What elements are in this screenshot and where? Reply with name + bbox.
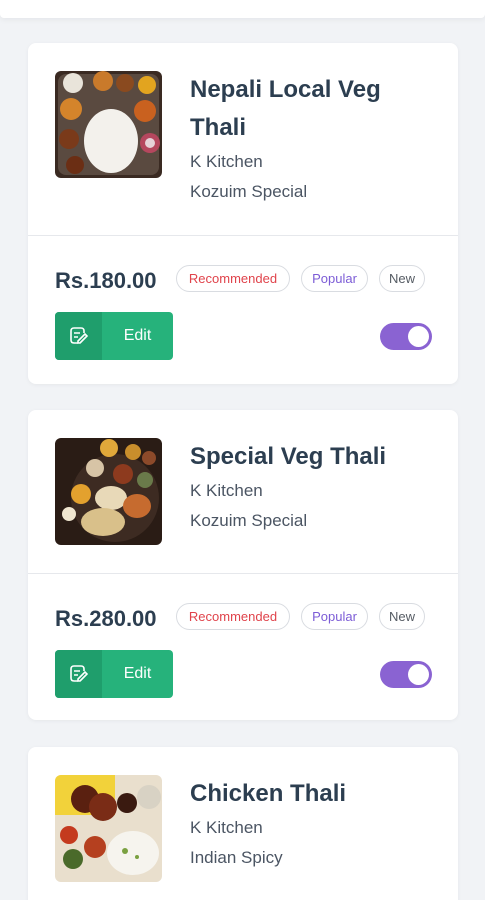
item-category: Kozuim Special <box>190 182 308 201</box>
food-image <box>55 775 162 882</box>
menu-item-info: Special Veg Thali K Kitchen Kozuim Speci… <box>190 438 440 536</box>
menu-item-header: Chicken Thali K Kitchen Indian Spicy <box>28 747 458 900</box>
menu-item-info: Chicken Thali K Kitchen Indian Spicy <box>190 775 440 873</box>
menu-item-footer: Rs.280.00 Recommended Popular New Edit <box>28 574 458 720</box>
kitchen-name: K Kitchen <box>190 152 263 171</box>
toggle-knob <box>408 326 429 347</box>
item-title: Nepali Local Veg Thali <box>190 76 381 141</box>
badge-recommended: Recommended <box>176 603 290 630</box>
menu-item-info: Nepali Local Veg Thali K Kitchen Kozuim … <box>190 71 440 207</box>
item-title: Special Veg Thali <box>190 443 387 470</box>
badge-recommended: Recommended <box>176 265 290 292</box>
menu-item-card: Special Veg Thali K Kitchen Kozuim Speci… <box>28 410 458 720</box>
item-category: Indian Spicy <box>190 848 283 867</box>
menu-item-header: Nepali Local Veg Thali K Kitchen Kozuim … <box>28 43 458 236</box>
top-bar <box>0 0 485 18</box>
item-title: Chicken Thali <box>190 780 347 807</box>
menu-item-header: Special Veg Thali K Kitchen Kozuim Speci… <box>28 410 458 574</box>
menu-item-footer: Rs.180.00 Recommended Popular New Edit <box>28 236 458 383</box>
item-price: Rs.280.00 <box>55 606 157 631</box>
edit-label: Edit <box>123 665 152 682</box>
edit-note-icon <box>55 650 102 698</box>
edit-button[interactable]: Edit <box>55 650 173 698</box>
kitchen-name: K Kitchen <box>190 481 263 500</box>
badge-popular: Popular <box>301 603 368 630</box>
toggle-knob <box>408 664 429 685</box>
badge-new: New <box>379 603 425 630</box>
kitchen-name: K Kitchen <box>190 818 263 837</box>
menu-item-card: Chicken Thali K Kitchen Indian Spicy <box>28 747 458 900</box>
menu-item-card: Nepali Local Veg Thali K Kitchen Kozuim … <box>28 43 458 384</box>
badge-new: New <box>379 265 425 292</box>
food-image <box>55 71 162 178</box>
availability-toggle[interactable] <box>380 323 432 350</box>
badge-popular: Popular <box>301 265 368 292</box>
item-category: Kozuim Special <box>190 511 308 530</box>
edit-note-icon <box>55 312 102 360</box>
edit-label: Edit <box>123 327 152 344</box>
item-price: Rs.180.00 <box>55 268 157 293</box>
food-image <box>55 438 162 545</box>
edit-button[interactable]: Edit <box>55 312 173 360</box>
availability-toggle[interactable] <box>380 661 432 688</box>
